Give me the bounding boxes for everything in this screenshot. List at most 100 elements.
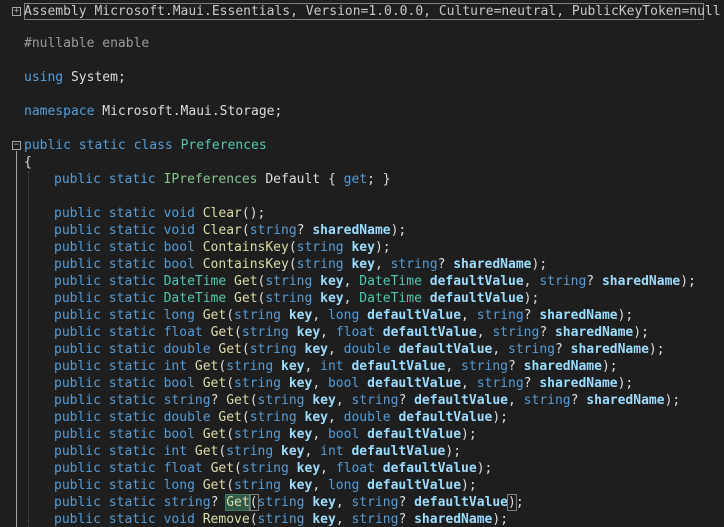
punctuation: ( [226, 478, 235, 493]
parameter-name: key [296, 461, 321, 476]
keyword: float [335, 461, 375, 476]
punctuation: ); [664, 393, 681, 408]
parameter-name: defaultValue [382, 325, 477, 340]
keyword: void [163, 223, 195, 238]
punctuation: ( [288, 240, 297, 255]
parameter-name: sharedName [554, 325, 634, 340]
keyword: void [163, 206, 195, 221]
method-name: Get [202, 308, 227, 323]
punctuation [375, 461, 383, 476]
keyword: double [163, 410, 211, 425]
punctuation [312, 274, 320, 289]
parameter-name: key [281, 359, 305, 374]
keyword: int [163, 444, 188, 459]
parameter-name: defaultValue [367, 427, 462, 442]
member-line: public static bool Get(string key, bool … [54, 375, 633, 392]
member-line: public static float Get(string key, floa… [54, 460, 492, 477]
keyword: string [226, 444, 274, 459]
punctuation [195, 257, 203, 272]
code-editor[interactable]: + Assembly Microsoft.Maui.Essentials, Ve… [0, 0, 724, 527]
keyword: string [241, 461, 289, 476]
punctuation [101, 308, 109, 323]
keyword: long [327, 478, 360, 493]
punctuation [312, 291, 320, 306]
punctuation: , [312, 427, 328, 442]
keyword: string [523, 393, 571, 408]
punctuation [156, 274, 164, 289]
interface-name: IPreferences [163, 172, 258, 187]
punctuation [195, 223, 203, 238]
keyword: static [108, 257, 156, 272]
parameter-name: defaultValue [414, 393, 509, 408]
keyword: bool [327, 376, 360, 391]
method-name: Get [202, 376, 227, 391]
punctuation: ( [234, 461, 242, 476]
punctuation: ? [398, 393, 415, 408]
keyword: string [226, 359, 274, 374]
highlighted-method-name: Get [225, 494, 251, 511]
punctuation: ( [241, 342, 250, 357]
using-semicolon: ; [117, 70, 126, 85]
keyword: public [54, 308, 101, 323]
punctuation [101, 172, 109, 187]
keyword: static [108, 274, 156, 289]
punctuation [289, 325, 297, 340]
punctuation [359, 478, 367, 493]
punctuation: ? [398, 512, 415, 527]
punctuation [156, 393, 164, 408]
keyword: static [108, 410, 156, 425]
punctuation: ); [633, 325, 649, 340]
keyword: static [108, 393, 156, 408]
class-name: Preferences [180, 138, 267, 153]
keyword: string [241, 325, 289, 340]
punctuation [359, 427, 367, 442]
keyword: static [108, 308, 156, 323]
keyword: public [54, 257, 101, 272]
keyword: public [54, 223, 101, 238]
expand-region-icon[interactable]: + [12, 7, 21, 16]
identifier: Default [265, 172, 321, 187]
punctuation: , [492, 342, 509, 357]
keyword: bool [163, 257, 195, 272]
method-name: Get [210, 325, 235, 340]
parameter-name: key [320, 274, 344, 289]
collapse-region-icon[interactable]: − [12, 141, 21, 150]
punctuation: , [343, 274, 360, 289]
punctuation: ? [508, 359, 524, 374]
punctuation [156, 359, 164, 374]
keyword: static [108, 342, 156, 357]
punctuation [156, 512, 164, 527]
keyword: string [163, 393, 211, 408]
punctuation [226, 274, 234, 289]
punctuation [156, 257, 164, 272]
parameter-name: key [296, 325, 321, 340]
parameter-name: sharedName [586, 393, 665, 408]
keyword: static [108, 444, 156, 459]
parameter-name: key [281, 444, 305, 459]
keyword: string [234, 308, 282, 323]
punctuation: ); [374, 240, 391, 255]
punctuation: ( [234, 325, 242, 340]
punctuation [156, 376, 164, 391]
method-name: ContainsKey [202, 257, 289, 272]
punctuation: , [304, 359, 321, 374]
keyword: string [539, 274, 587, 289]
method-name: Get [234, 291, 258, 306]
member-line: public static int Get(string key, int de… [54, 358, 618, 375]
member-line: public static long Get(string key, long … [54, 477, 477, 494]
punctuation [101, 206, 109, 221]
punctuation [101, 495, 109, 510]
parameter-name: defaultValue [367, 376, 462, 391]
member-line: public static bool ContainsKey(string ke… [54, 256, 547, 273]
preprocessor-value: enable [102, 36, 150, 51]
keyword: float [163, 325, 203, 340]
punctuation [101, 393, 109, 408]
punctuation [156, 342, 164, 357]
keyword: bool [163, 240, 195, 255]
punctuation [187, 359, 195, 374]
parameter-name: key [351, 240, 375, 255]
punctuation: , [343, 291, 360, 306]
keyword: public [54, 342, 101, 357]
punctuation: , [312, 308, 328, 323]
punctuation [289, 461, 297, 476]
